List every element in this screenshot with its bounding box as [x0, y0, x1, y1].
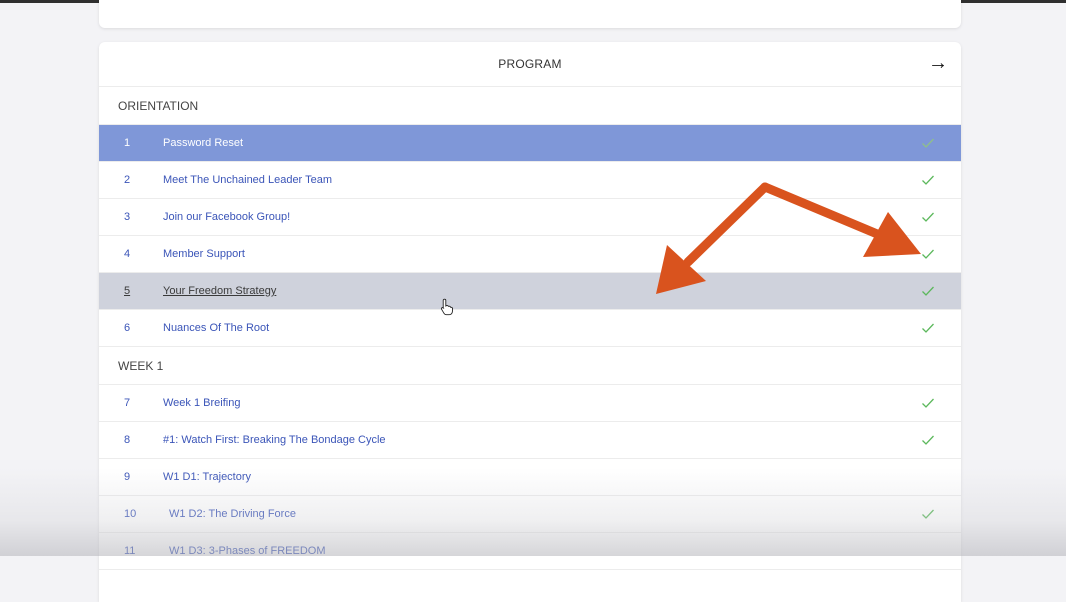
lesson-number: 4: [124, 248, 131, 260]
checkmark-icon: [922, 212, 934, 222]
checkmark-icon: [922, 323, 934, 333]
checkmark-icon: [922, 509, 934, 519]
lesson-title: Member Support: [163, 248, 245, 260]
lesson-title: Password Reset: [163, 137, 244, 149]
lesson-title: W1 D2: The Driving Force: [169, 508, 296, 520]
lesson-title: Nuances Of The Root: [163, 322, 270, 334]
arrow-right-icon[interactable]: →: [927, 52, 949, 74]
lesson-title: Week 1 Breifing: [163, 397, 241, 409]
lesson-number: 7: [124, 397, 131, 409]
lesson-row[interactable]: 7 Week 1 Breifing: [99, 385, 961, 422]
lesson-number: 10: [124, 508, 137, 520]
lesson-number: 3: [124, 211, 131, 223]
program-header: PROGRAM →: [99, 42, 961, 87]
checkmark-icon: [922, 175, 934, 185]
lesson-number: 1: [124, 137, 131, 149]
previous-card: [99, 0, 961, 28]
lesson-row[interactable]: 3 Join our Facebook Group!: [99, 199, 961, 236]
lesson-row[interactable]: 6 Nuances Of The Root: [99, 310, 961, 347]
lesson-row[interactable]: 9 W1 D1: Trajectory: [99, 459, 961, 496]
checkmark-icon: [922, 138, 934, 148]
lesson-row[interactable]: 11 W1 D3: 3-Phases of FREEDOM: [99, 533, 961, 570]
checkmark-icon: [922, 435, 934, 445]
lesson-row[interactable]: 5 Your Freedom Strategy: [99, 273, 961, 310]
lesson-row[interactable]: 8 #1: Watch First: Breaking The Bondage …: [99, 422, 961, 459]
section-header-week-1: WEEK 1: [99, 347, 961, 385]
lesson-number: 11: [124, 545, 136, 557]
lesson-title: Join our Facebook Group!: [163, 211, 291, 223]
lesson-number: 8: [124, 434, 131, 446]
program-title: PROGRAM: [498, 57, 562, 71]
section-header-orientation: ORIENTATION: [99, 87, 961, 125]
checkmark-icon: [922, 249, 934, 259]
lesson-number: 2: [124, 174, 131, 186]
lesson-title: Meet The Unchained Leader Team: [163, 174, 332, 186]
lesson-title: W1 D1: Trajectory: [163, 471, 252, 483]
checkmark-icon: [922, 286, 934, 296]
lesson-row[interactable]: 2 Meet The Unchained Leader Team: [99, 162, 961, 199]
lesson-row[interactable]: 10 W1 D2: The Driving Force: [99, 496, 961, 533]
lesson-number: 9: [124, 471, 131, 483]
program-card: PROGRAM → ORIENTATION 1 Password Reset 2…: [99, 42, 961, 602]
lesson-row[interactable]: 1 Password Reset: [99, 125, 961, 162]
lesson-title: Your Freedom Strategy: [163, 285, 277, 297]
lesson-row[interactable]: 4 Member Support: [99, 236, 961, 273]
lesson-title: W1 D3: 3-Phases of FREEDOM: [169, 545, 326, 557]
lesson-number: 6: [124, 322, 131, 334]
checkmark-icon: [922, 398, 934, 408]
hand-pointer-icon: [440, 298, 454, 316]
lesson-title: #1: Watch First: Breaking The Bondage Cy…: [163, 434, 386, 446]
lesson-number: 5: [124, 285, 131, 297]
